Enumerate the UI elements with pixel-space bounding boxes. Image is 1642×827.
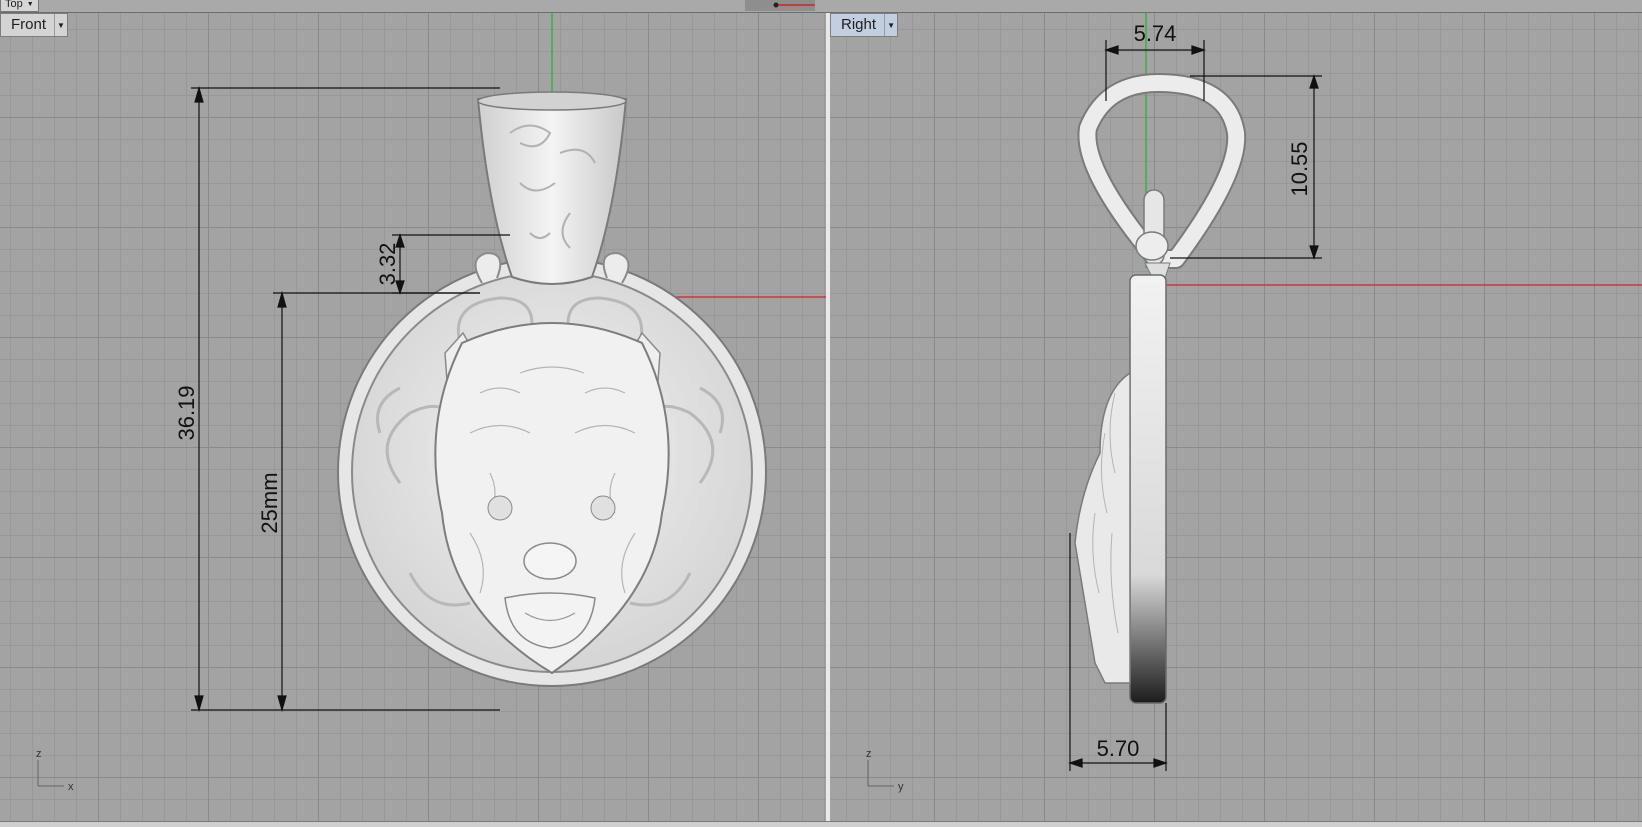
axis-z-label: z [36, 748, 42, 760]
front-axis-icon: z x [36, 748, 74, 793]
top-viewport-axis-mark [773, 2, 815, 8]
right-axis-icon: z y [866, 748, 904, 793]
viewport-tabs-bar[interactable] [0, 821, 1642, 827]
pendant-model [337, 91, 767, 687]
top-viewport-strip: Top ▼ [0, 0, 1642, 13]
bail-height-dimension: 10.55 [1287, 141, 1312, 196]
axis-z-label: z [866, 748, 872, 760]
front-viewport[interactable]: Front ▼ 36.19 25mm 3.32 z x [0, 13, 826, 821]
front-viewport-canvas: 36.19 25mm 3.32 z x [36, 13, 826, 793]
pendant-side-model [1074, 73, 1247, 704]
right-viewport-canvas: 5.74 10.55 5.70 z y [866, 13, 1642, 793]
disc-diameter-dimension: 25mm [257, 472, 282, 533]
axis-y-label: y [898, 781, 904, 793]
bail-gap-dimension: 3.32 [375, 243, 400, 286]
bail-width-dimension: 5.74 [1134, 21, 1177, 46]
axis-x-label: x [68, 781, 74, 793]
body-thickness-dimension: 5.70 [1097, 736, 1140, 761]
right-viewport[interactable]: Right ▼ 5.74 10.55 5.70 z y [830, 13, 1642, 821]
overall-height-dimension: 36.19 [174, 385, 199, 440]
